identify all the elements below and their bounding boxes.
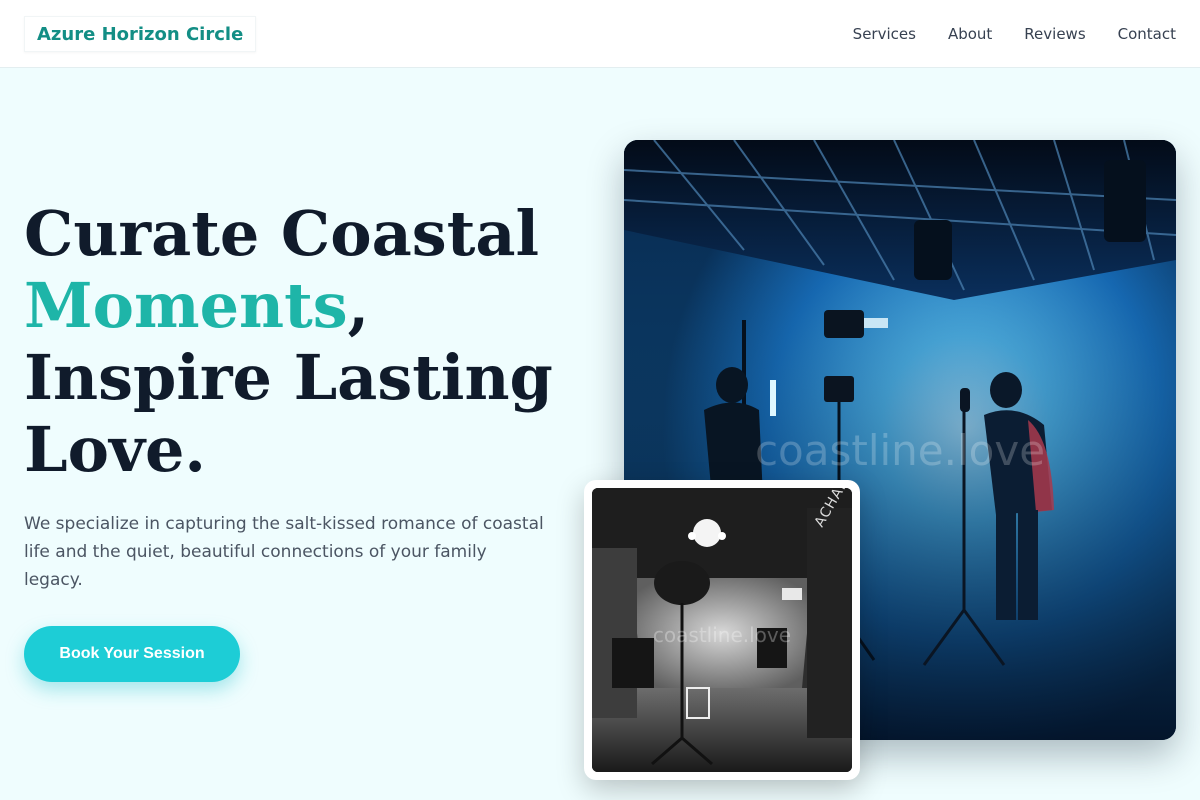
secondary-image-frame: ACHARKI STUD coastline.love (584, 480, 860, 780)
secondary-image-watermark: coastline.love (653, 623, 791, 647)
hero-title-line-3: Inspire Lasting (24, 341, 553, 414)
nav-link-about[interactable]: About (948, 25, 992, 43)
hero-title-accent: Moments (24, 269, 348, 342)
hero-title: Curate Coastal Moments, Inspire Lasting … (24, 198, 584, 486)
nav-link-reviews[interactable]: Reviews (1024, 25, 1085, 43)
brand-logo-link[interactable]: Azure Horizon Circle (24, 16, 257, 52)
bw-studio-illustration: ACHARKI STUD coastline.love (592, 488, 852, 772)
hero-title-line-4: Love. (24, 413, 207, 486)
hero-title-line-2: Moments, (24, 270, 584, 342)
main-image-watermark: coastline.love (755, 426, 1045, 475)
top-navigation: Azure Horizon Circle Services About Revi… (0, 0, 1200, 68)
hero-description: We specialize in capturing the salt-kiss… (24, 514, 544, 590)
hero-title-comma: , (347, 269, 370, 342)
secondary-image-studio-bw: ACHARKI STUD coastline.love (592, 488, 852, 772)
nav-link-contact[interactable]: Contact (1118, 25, 1176, 43)
book-session-button[interactable]: Book Your Session (24, 626, 240, 682)
hero-title-line-1: Curate Coastal (24, 197, 540, 270)
nav-links: Services About Reviews Contact (821, 0, 1176, 68)
nav-link-services[interactable]: Services (853, 25, 916, 43)
